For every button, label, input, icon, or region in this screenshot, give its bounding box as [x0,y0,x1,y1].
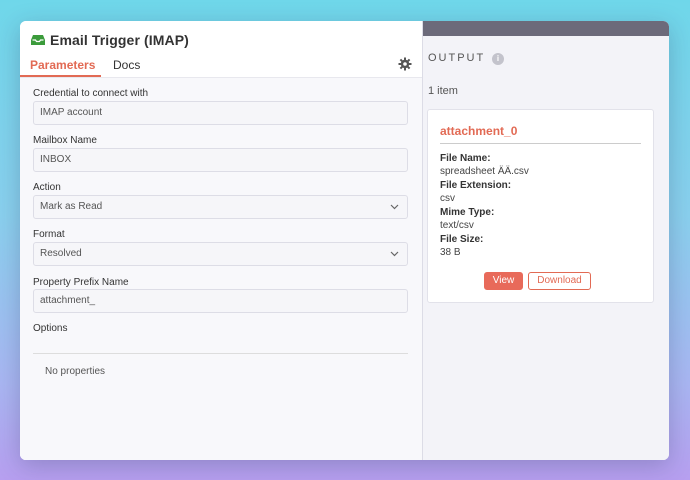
file-size-value: 38 B [440,247,461,258]
item-count: 1 item [428,85,458,97]
download-button[interactable]: Download [528,272,591,290]
options-label: Options [33,323,68,334]
file-extension-value: csv [440,193,455,204]
inbox-icon [31,35,45,45]
view-button[interactable]: View [484,272,523,290]
parameters-form: Credential to connect with IMAP account … [20,78,422,460]
card-title: attachment_0 [440,124,518,138]
output-label: OUTPUT [428,52,486,64]
action-select[interactable]: Mark as Read [33,195,408,219]
panel-header: Email Trigger (IMAP) Parameters Docs [20,21,422,77]
format-value: Resolved [40,248,82,259]
action-label: Action [33,182,61,193]
parameters-panel: Email Trigger (IMAP) Parameters Docs Cre… [20,21,422,460]
chevron-down-icon [390,204,399,210]
gear-icon[interactable] [398,57,412,71]
info-icon[interactable]: i [492,53,504,65]
chevron-down-icon [390,251,399,257]
options-divider [33,353,408,354]
node-details-modal: Email Trigger (IMAP) Parameters Docs Cre… [20,21,669,460]
output-top-bar [423,21,669,36]
output-panel: OUTPUT i 1 item attachment_0 File Name: … [422,21,669,460]
tab-docs[interactable]: Docs [113,58,140,77]
mailbox-label: Mailbox Name [33,135,97,146]
prefix-input[interactable]: attachment_ [33,289,408,313]
binary-data-card: attachment_0 File Name: spreadsheet ÄÄ.c… [427,109,654,303]
mime-type-value: text/csv [440,220,474,231]
credential-field[interactable]: IMAP account [33,101,408,125]
mailbox-input[interactable]: INBOX [33,148,408,172]
card-divider [440,143,641,144]
format-select[interactable]: Resolved [33,242,408,266]
file-size-key: File Size: [440,234,484,245]
format-label: Format [33,229,65,240]
file-extension-key: File Extension: [440,180,512,191]
mime-type-key: Mime Type: [440,207,495,218]
credential-label: Credential to connect with [33,88,149,99]
file-name-value: spreadsheet ÄÄ.csv [440,166,529,177]
prefix-label: Property Prefix Name [33,277,129,288]
no-properties-text: No properties [45,366,106,377]
file-name-key: File Name: [440,153,491,164]
action-value: Mark as Read [40,201,103,212]
node-title: Email Trigger (IMAP) [50,32,189,48]
